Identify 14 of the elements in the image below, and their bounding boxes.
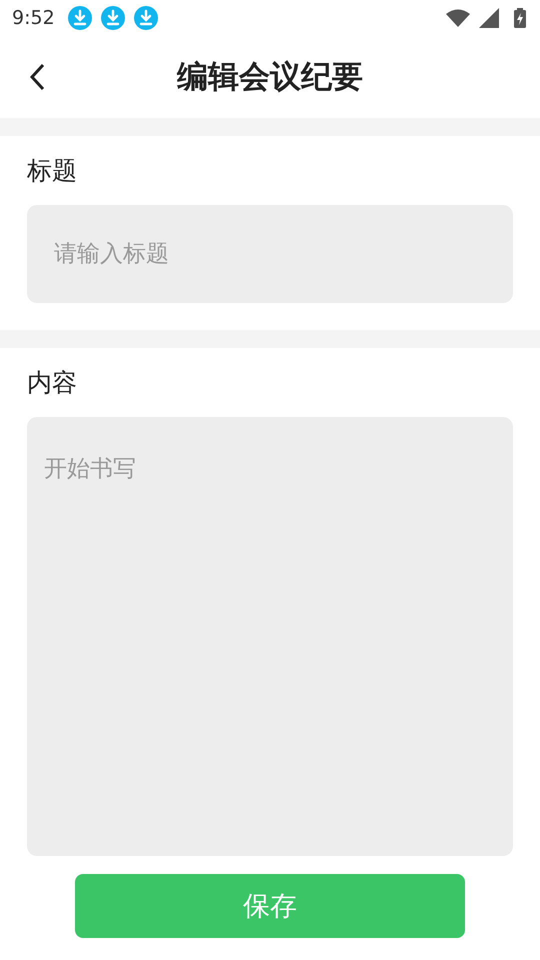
save-button[interactable]: 保存 [75,874,465,938]
download-icon [100,6,125,30]
download-icon [68,6,92,30]
back-icon[interactable] [30,63,46,91]
status-time: 9:52 [12,7,55,29]
wifi-icon [446,9,470,27]
signal-icon [479,8,499,28]
page-title: 编辑会议纪要 [177,58,363,97]
battery-icon [514,8,526,28]
field-label: 内容 [27,367,77,399]
field-label: 标题 [27,155,77,187]
content-input[interactable]: 开始书写 [27,417,513,856]
title-input[interactable]: 请输入标题 [27,205,513,303]
download-icon [134,6,158,30]
